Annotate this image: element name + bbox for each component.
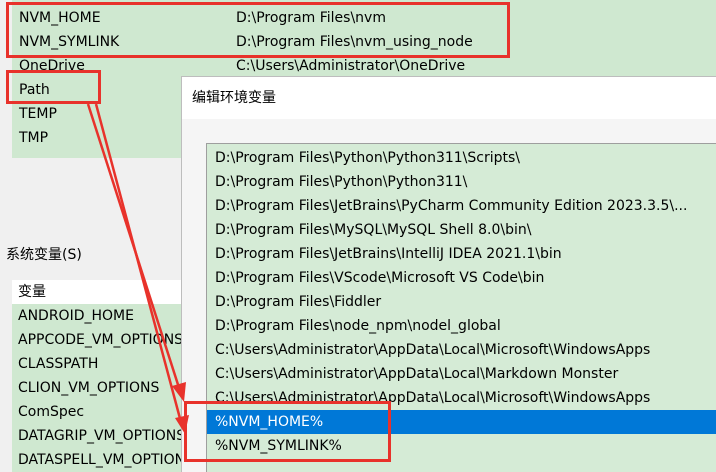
path-entry[interactable]: C:\Users\Administrator\AppData\Local\Mar… <box>207 362 716 386</box>
path-entry[interactable]: D:\Program Files\VScode\Microsoft VS Cod… <box>207 266 716 290</box>
path-entry[interactable]: D:\Program Files\Python\Python311\ <box>207 170 716 194</box>
path-entry[interactable]: D:\Program Files\JetBrains\PyCharm Commu… <box>207 194 716 218</box>
variable-name: NVM_SYMLINK <box>19 34 120 50</box>
path-entry-selected[interactable]: %NVM_HOME% <box>207 410 716 434</box>
column-header-variable: 变量 <box>18 284 46 300</box>
variable-name: TEMP <box>19 106 57 122</box>
dialog-title-bar[interactable]: 编辑环境变量 <box>182 77 716 119</box>
system-variable-row[interactable]: DATAGRIP_VM_OPTIONS <box>18 424 185 448</box>
system-variable-row[interactable]: CLION_VM_OPTIONS <box>18 376 159 400</box>
path-entry[interactable]: D:\Program Files\Fiddler <box>207 290 716 314</box>
system-variable-row[interactable]: ANDROID_HOME <box>18 304 134 328</box>
path-entry[interactable]: C:\Users\Administrator\AppData\Local\Mic… <box>207 338 716 362</box>
variable-name: OneDrive <box>19 58 85 74</box>
path-entry[interactable]: %NVM_SYMLINK% <box>207 434 716 458</box>
screen: NVM_HOME D:\Program Files\nvm NVM_SYMLIN… <box>0 0 716 472</box>
path-entry[interactable]: C:\Users\Administrator\AppData\Local\Mic… <box>207 386 716 410</box>
variable-name: TMP <box>19 130 49 146</box>
variable-value: D:\Program Files\nvm <box>236 10 386 26</box>
user-variable-row[interactable]: NVM_SYMLINK D:\Program Files\nvm_using_n… <box>12 30 716 54</box>
dialog-title: 编辑环境变量 <box>192 90 276 106</box>
path-entry[interactable]: D:\Program Files\JetBrains\IntelliJ IDEA… <box>207 242 716 266</box>
path-entry[interactable]: D:\Program Files\Python\Python311\Script… <box>207 146 716 170</box>
user-variable-row[interactable]: NVM_HOME D:\Program Files\nvm <box>12 6 716 30</box>
user-variable-row[interactable]: OneDrive C:\Users\Administrator\OneDrive <box>12 54 716 78</box>
system-variable-row[interactable]: DATASPELL_VM_OPTIONS <box>18 448 194 472</box>
system-variable-row[interactable]: ComSpec <box>18 400 84 424</box>
path-entry[interactable]: D:\Program Files\MySQL\MySQL Shell 8.0\b… <box>207 218 716 242</box>
variable-value: D:\Program Files\nvm_using_node <box>236 34 473 50</box>
path-entry[interactable]: D:\Program Files\node_npm\nodel_global <box>207 314 716 338</box>
system-variable-row[interactable]: APPCODE_VM_OPTIONS <box>18 328 183 352</box>
variable-name: Path <box>19 82 50 98</box>
edit-environment-variable-dialog: 编辑环境变量 D:\Program Files\Python\Python311… <box>181 76 716 472</box>
variable-name: NVM_HOME <box>19 10 101 26</box>
variable-value: C:\Users\Administrator\OneDrive <box>236 58 466 74</box>
path-entries-list[interactable]: D:\Program Files\Python\Python311\Script… <box>206 143 716 472</box>
system-variables-label: 系统变量(S) <box>6 247 82 263</box>
system-variable-row[interactable]: CLASSPATH <box>18 352 98 376</box>
